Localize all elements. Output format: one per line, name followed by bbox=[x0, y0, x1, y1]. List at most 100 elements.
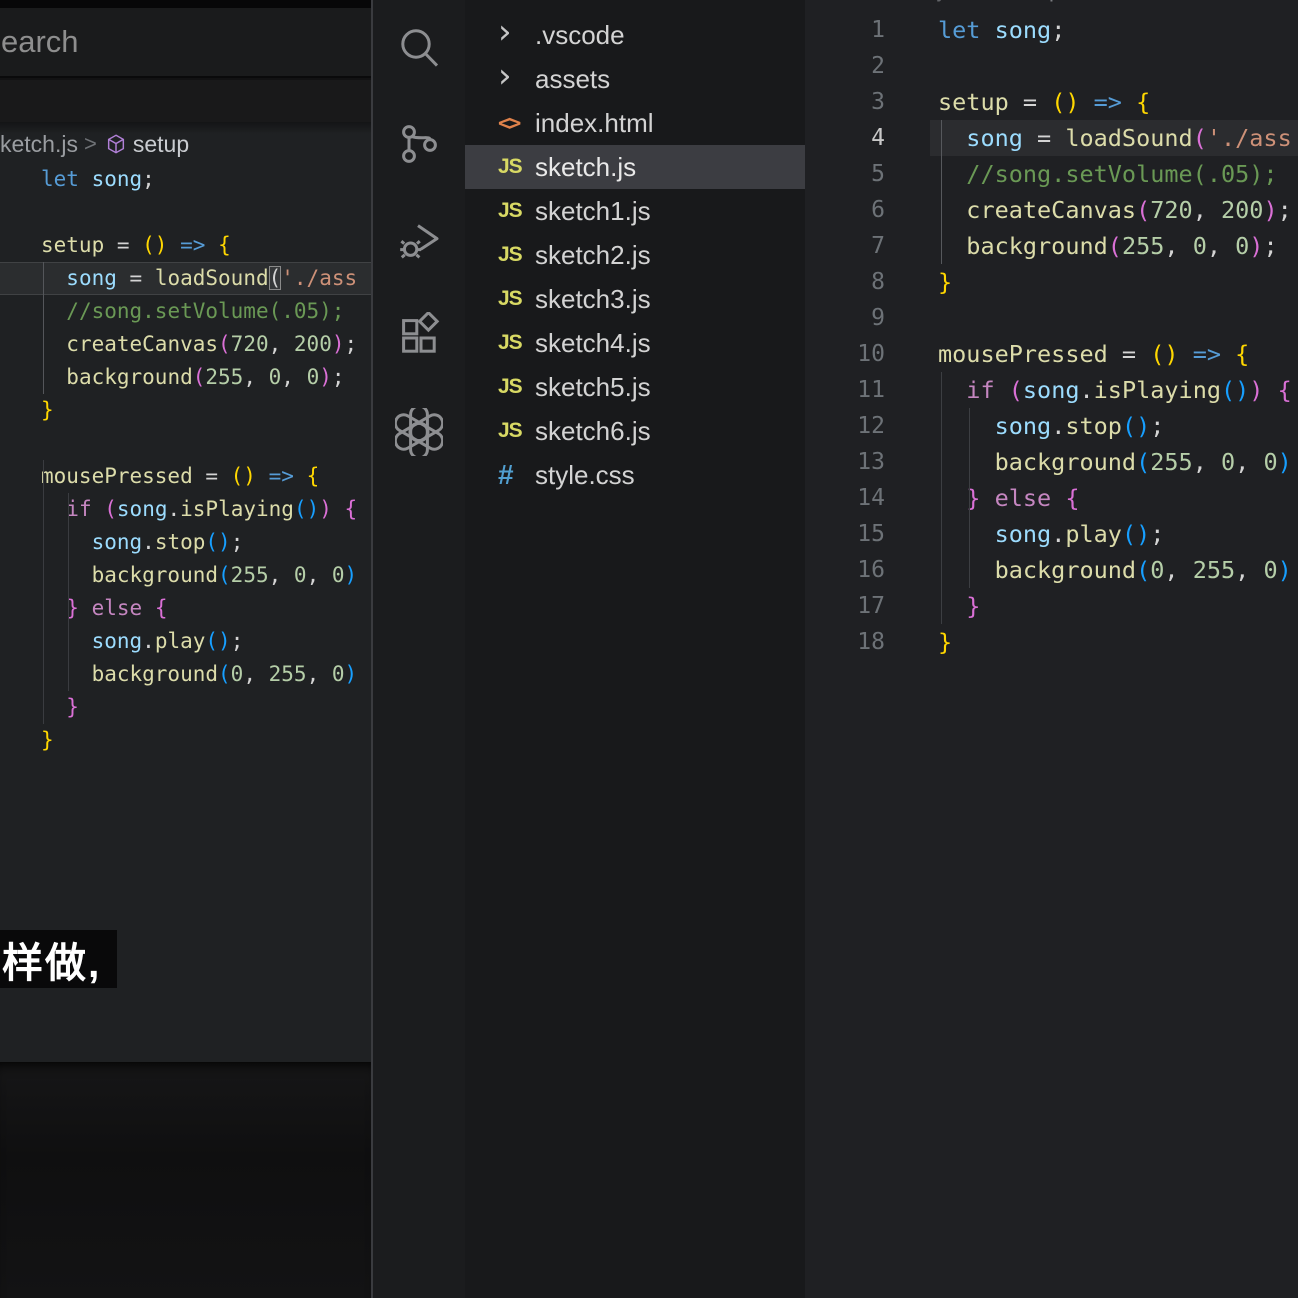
code-token: . bbox=[142, 530, 155, 554]
code-line[interactable]: 3setup = () => { bbox=[805, 84, 1298, 120]
code-token: . bbox=[1051, 412, 1065, 440]
code-line: background(255, 0, 0) bbox=[0, 559, 371, 592]
code-token: ( bbox=[193, 365, 206, 389]
file-label: sketch6.js bbox=[535, 416, 651, 447]
line-number: 7 bbox=[805, 228, 885, 264]
code-line: } bbox=[0, 394, 371, 427]
code-token bbox=[938, 484, 966, 512]
overlay-editor: ketch.js > setup let song;setup = () => … bbox=[0, 122, 371, 1062]
explorer-item[interactable]: ›assets bbox=[465, 57, 805, 101]
explorer-item[interactable]: JSsketch5.js bbox=[465, 365, 805, 409]
file-label: sketch2.js bbox=[535, 240, 651, 271]
code-token: 720 bbox=[1150, 196, 1192, 224]
code-token: . bbox=[167, 497, 180, 521]
code-line[interactable]: 17 } bbox=[805, 588, 1298, 624]
explorer-item[interactable]: JSsketch2.js bbox=[465, 233, 805, 277]
explorer-item[interactable]: JS sketch6.js bbox=[465, 409, 805, 453]
code-line: song.stop(); bbox=[0, 526, 371, 559]
code-token: 0 bbox=[1263, 556, 1277, 584]
code-token: 255 bbox=[231, 563, 269, 587]
code-token bbox=[938, 376, 966, 404]
run-debug-icon[interactable] bbox=[373, 192, 465, 288]
js-file-icon: JS bbox=[498, 331, 522, 355]
code-token bbox=[938, 160, 966, 188]
code-line[interactable]: 15 song.play(); bbox=[805, 516, 1298, 552]
code-token bbox=[938, 196, 966, 224]
code-line[interactable]: 1let song; bbox=[805, 12, 1298, 48]
line-number: 14 bbox=[805, 480, 885, 516]
code-token bbox=[938, 412, 995, 440]
code-line[interactable]: 2 bbox=[805, 48, 1298, 84]
code-line[interactable]: 4 song = loadSound('./ass bbox=[805, 120, 1298, 156]
code-line[interactable]: 10mousePressed = () => { bbox=[805, 336, 1298, 372]
subtitle-text: 样做, bbox=[2, 929, 101, 989]
code-token: mousePressed bbox=[938, 340, 1108, 368]
code-line[interactable]: 5 //song.setVolume(.05); bbox=[805, 156, 1298, 192]
code-token: = bbox=[117, 266, 155, 290]
js-file-icon: JS bbox=[498, 287, 522, 311]
openai-icon[interactable] bbox=[373, 384, 465, 480]
code-line[interactable]: 18} bbox=[805, 624, 1298, 660]
code-token: 720 bbox=[231, 332, 269, 356]
code-token: ; bbox=[1150, 520, 1164, 548]
code-token: ( bbox=[1108, 232, 1122, 260]
code-token: () bbox=[231, 464, 256, 488]
explorer-item[interactable]: <>index.html bbox=[465, 101, 805, 145]
html-file-icon: <> bbox=[498, 111, 519, 135]
extensions-icon[interactable] bbox=[373, 288, 465, 384]
line-number: 15 bbox=[805, 516, 885, 552]
breadcrumb-separator: > bbox=[84, 131, 97, 157]
explorer-item[interactable]: JSsketch4.js bbox=[465, 321, 805, 365]
breadcrumb[interactable]: sketch.js > setup bbox=[868, 0, 1061, 6]
explorer-item[interactable]: JSsketch1.js bbox=[465, 189, 805, 233]
code-line[interactable]: 14 } else { bbox=[805, 480, 1298, 516]
code-line: if (song.isPlaying()) { bbox=[0, 493, 371, 526]
file-label: sketch3.js bbox=[535, 284, 651, 315]
code-line[interactable]: 13 background(255, 0, 0) bbox=[805, 444, 1298, 480]
js-file-icon: JS bbox=[498, 199, 522, 223]
code-token: './ass bbox=[281, 266, 357, 290]
code-token: 0 bbox=[1235, 232, 1249, 260]
breadcrumb-symbol[interactable]: setup bbox=[1007, 0, 1061, 3]
explorer-item[interactable]: JSsketch.js bbox=[465, 145, 805, 189]
file-label: sketch5.js bbox=[535, 372, 651, 403]
line-number: 2 bbox=[805, 48, 885, 84]
code-line: song.play(); bbox=[0, 625, 371, 658]
code-text: setup = () => { bbox=[938, 84, 1150, 120]
explorer-item[interactable]: #style.css bbox=[465, 453, 805, 497]
code-token: stop bbox=[155, 530, 206, 554]
code-line[interactable]: 8} bbox=[805, 264, 1298, 300]
code-token: 255 bbox=[269, 662, 307, 686]
code-line: let song; bbox=[0, 163, 371, 196]
breadcrumb-file[interactable]: sketch.js bbox=[868, 0, 954, 3]
code-token: //song.setVolume(.05); bbox=[966, 160, 1277, 188]
editor-panel[interactable]: sketch.js > setup 1let song;23setup = ()… bbox=[805, 0, 1298, 1298]
code-token: song bbox=[92, 167, 143, 191]
source-control-icon[interactable] bbox=[373, 96, 465, 192]
code-token: , bbox=[243, 662, 268, 686]
js-file-icon: JS bbox=[498, 419, 522, 443]
search-icon[interactable] bbox=[373, 0, 465, 96]
code-line: song = loadSound('./ass bbox=[0, 262, 371, 295]
code-line[interactable]: 16 background(0, 255, 0) bbox=[805, 552, 1298, 588]
code-text: let song; bbox=[938, 12, 1065, 48]
code-editor[interactable]: 1let song;23setup = () => {4 song = load… bbox=[805, 12, 1298, 660]
file-label: sketch.js bbox=[535, 152, 636, 183]
code-token: . bbox=[1080, 376, 1094, 404]
code-token: createCanvas bbox=[66, 332, 218, 356]
folder-chevron-icon: › bbox=[498, 66, 512, 86]
code-text: song.play(); bbox=[938, 516, 1164, 552]
code-token: () bbox=[1051, 88, 1079, 116]
code-token: ) bbox=[1263, 196, 1277, 224]
code-line[interactable]: 11 if (song.isPlaying()) { bbox=[805, 372, 1298, 408]
code-token: = bbox=[193, 464, 231, 488]
code-line[interactable]: 9 bbox=[805, 300, 1298, 336]
code-line[interactable]: 12 song.stop(); bbox=[805, 408, 1298, 444]
explorer-item[interactable]: JS sketch3.js bbox=[465, 277, 805, 321]
code-line[interactable]: 7 background(255, 0, 0); bbox=[805, 228, 1298, 264]
code-token: ; bbox=[332, 365, 345, 389]
code-token bbox=[142, 596, 155, 620]
code-text: background(255, 0, 0) bbox=[938, 444, 1292, 480]
code-line[interactable]: 6 createCanvas(720, 200); bbox=[805, 192, 1298, 228]
explorer-item[interactable]: ›.vscode bbox=[465, 13, 805, 57]
